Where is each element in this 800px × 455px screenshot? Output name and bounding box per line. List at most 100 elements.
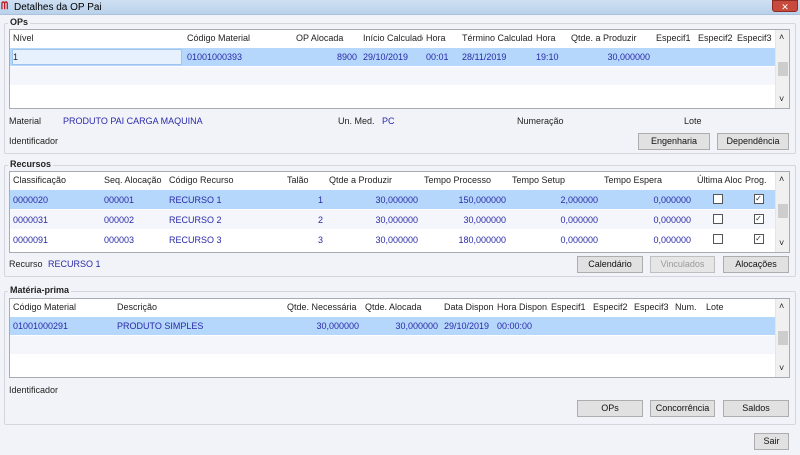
materia-grid[interactable]: Código Material Descrição Qtde. Necessária… [9,298,790,378]
dependencia-button[interactable]: Dependência [717,133,789,150]
app-logo-icon: ᗰ [1,1,9,12]
recurso-label: Recurso [9,259,43,269]
table-cell: 0,000000 [653,215,691,225]
column-header[interactable]: Código Material [184,30,293,47]
column-header[interactable]: Data Dispon. [441,299,494,316]
scroll-up-icon[interactable]: ˄ [779,301,784,311]
sair-button[interactable]: Sair [754,433,789,450]
table-cell [672,317,703,334]
table-cell: 30,000000 [395,321,438,331]
table-cell: 30,000000 [607,52,650,62]
scroll-up-icon[interactable]: ˄ [779,32,784,42]
calendario-button[interactable]: Calendário [577,256,643,273]
scrollbar-thumb[interactable] [778,62,788,76]
column-header[interactable]: Especif3 [734,30,775,47]
recursos-group-label: Recursos [8,159,54,169]
empty-row[interactable] [10,86,775,104]
table-cell: 0,000000 [653,235,691,245]
ultima-aloc-checkbox[interactable] [713,234,723,244]
column-header[interactable]: Prog. [742,172,775,189]
table-cell: 01001000291 [13,321,69,331]
prog-checkbox[interactable]: ✓ [753,214,764,224]
table-cell: 30,000000 [463,215,506,225]
empty-row[interactable] [10,67,775,85]
engenharia-button[interactable]: Engenharia [638,133,710,150]
scroll-up-icon[interactable]: ˄ [779,174,784,184]
column-header[interactable]: Especif1 [548,299,590,316]
scroll-down-icon[interactable]: ˅ [779,363,784,373]
vinculados-button[interactable]: Vinculados [650,256,715,273]
empty-row[interactable] [10,336,775,354]
ultima-aloc-checkbox[interactable] [713,194,723,204]
column-header[interactable]: Código Material [10,299,114,316]
table-cell: 30,000000 [375,215,418,225]
table-cell: 0000031 [13,215,49,225]
column-header[interactable]: Especif1 [653,30,695,47]
table-cell: 150,000000 [458,195,506,205]
table-cell: 8900 [336,52,357,62]
table-cell [590,317,631,334]
prog-checkbox[interactable]: ✓ [753,234,764,244]
ops-button[interactable]: OPs [577,400,643,417]
unmed-label: Un. Med. [338,116,375,126]
column-header[interactable]: Qtde. Alocada [362,299,441,316]
column-header[interactable]: Término Calculado [459,30,533,47]
table-cell: 1 [317,195,323,205]
prog-checkbox[interactable]: ✓ [753,194,764,204]
table-cell [653,48,695,65]
table-cell: 000001 [104,195,135,205]
table-cell: 00:01 [426,52,449,62]
table-cell: 01001000393 [187,52,243,62]
table-cell [703,317,775,334]
column-header[interactable]: Qtde. Necessária [284,299,362,316]
alocacoes-button[interactable]: Alocações [723,256,789,273]
column-header[interactable]: Especif3 [631,299,672,316]
column-header[interactable]: Qtde. a Produzir [568,30,653,47]
column-header[interactable]: Especif2 [590,299,631,316]
scrollbar-thumb[interactable] [778,204,788,218]
column-header[interactable]: Início Calculado [360,30,423,47]
table-cell: 3 [317,235,323,245]
table-cell: 1 [13,52,19,62]
column-header[interactable]: Classificação [10,172,101,189]
ops-group-label: OPs [8,17,31,27]
ops-grid[interactable]: Nível Código Material OP Alocada Início Cal… [9,29,790,109]
table-cell: 00:00:00 [497,321,533,331]
scroll-down-icon[interactable]: ˅ [779,238,784,248]
recursos-grid[interactable]: Classificação Seq. Alocação Código Recurso… [9,171,790,253]
table-cell [548,317,590,334]
scroll-down-icon[interactable]: ˅ [779,94,784,104]
column-header[interactable]: Talão [284,172,326,189]
column-header[interactable]: OP Alocada [293,30,360,47]
material-label: Material [9,116,42,126]
table-cell: PRODUTO SIMPLES [117,321,204,331]
table-cell: 000003 [104,235,135,245]
column-header[interactable]: Seq. Alocação [101,172,166,189]
table-cell: 0,000000 [560,215,598,225]
column-header[interactable]: Especif2 [695,30,734,47]
column-header[interactable]: Tempo Processo [421,172,509,189]
materia-group-label: Matéria-prima [8,285,72,295]
concorrencia-button[interactable]: Concorrência [650,400,715,417]
column-header[interactable]: Hora Dispon. [494,299,548,316]
saldos-button[interactable]: Saldos [723,400,789,417]
column-header[interactable]: Descrição [114,299,284,316]
column-header[interactable]: Lote [703,299,775,316]
column-header[interactable]: Nível [10,30,184,47]
column-header[interactable]: Num. [672,299,703,316]
column-header[interactable]: Hora [423,30,459,47]
column-header[interactable]: Qtde a Produzir [326,172,421,189]
material-value: PRODUTO PAI CARGA MAQUINA [63,116,203,126]
column-header[interactable]: Código Recurso [166,172,284,189]
close-button[interactable]: ✕ [772,0,798,12]
column-header[interactable]: Tempo Espera [601,172,694,189]
empty-row[interactable] [10,355,775,373]
table-cell: RECURSO 2 [169,215,222,225]
column-header[interactable]: Tempo Setup [509,172,601,189]
scrollbar-thumb[interactable] [778,331,788,345]
ultima-aloc-checkbox[interactable] [713,214,723,224]
column-header[interactable]: Hora [533,30,568,47]
column-header[interactable]: Última Aloc. [694,172,742,189]
table-cell [631,317,672,334]
table-cell: 2,000000 [560,195,598,205]
